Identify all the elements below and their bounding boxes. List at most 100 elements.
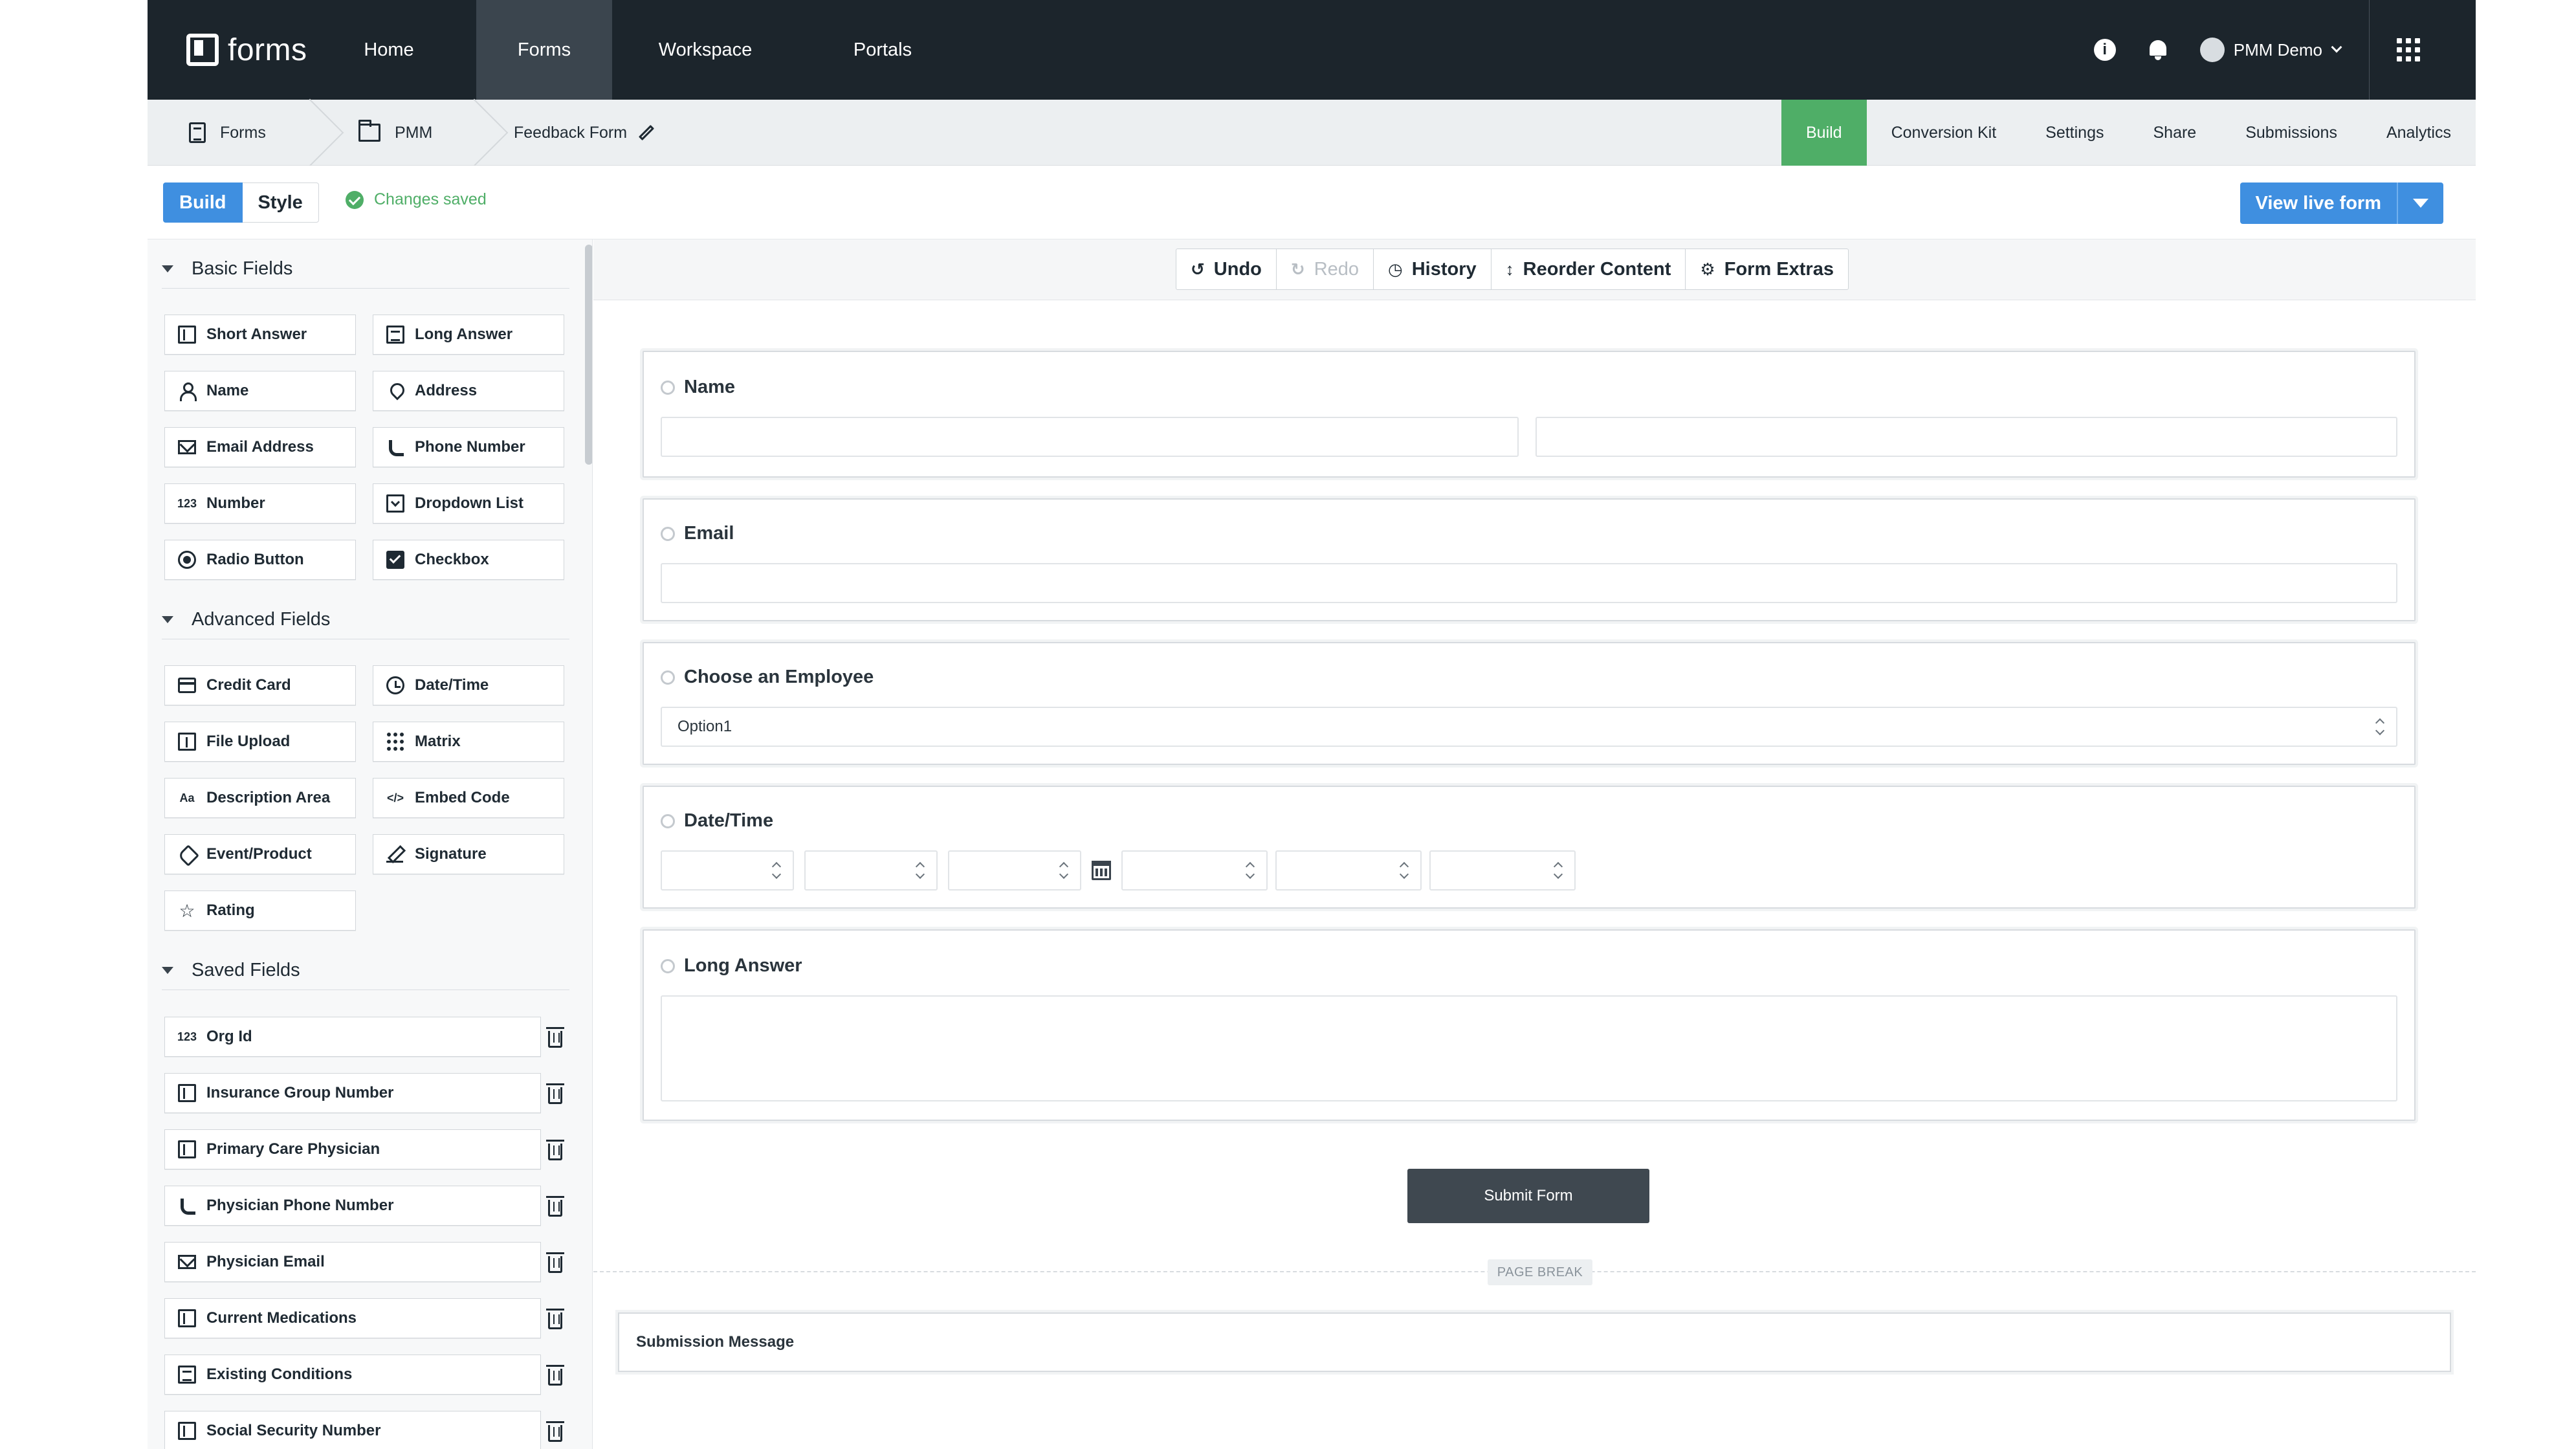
- form-extras-button[interactable]: ⚙ Form Extras: [1686, 249, 1848, 289]
- top-navigation: forms Home Forms Workspace Portals i PMM…: [148, 0, 2476, 100]
- saved-field-current-medications[interactable]: Current Medications: [164, 1298, 541, 1338]
- minute-select[interactable]: [1275, 850, 1422, 890]
- clock-icon: [386, 676, 404, 694]
- view-live-dropdown[interactable]: [2398, 183, 2443, 224]
- day-select[interactable]: [804, 850, 938, 890]
- nav-forms[interactable]: Forms: [476, 0, 612, 100]
- first-name-input[interactable]: [661, 417, 1519, 457]
- last-name-input[interactable]: [1536, 417, 2397, 457]
- tab-analytics[interactable]: Analytics: [2362, 100, 2476, 166]
- hour-select[interactable]: [1121, 850, 1268, 890]
- breadcrumb-pmm[interactable]: PMM: [358, 100, 432, 166]
- breadcrumb: Forms PMM Feedback Form Build Conversion…: [148, 100, 2476, 166]
- field-dropdown-list[interactable]: Dropdown List: [373, 483, 564, 524]
- redo-button[interactable]: ↻ Redo: [1277, 249, 1374, 289]
- trash-icon[interactable]: [546, 1140, 564, 1160]
- submission-message-block[interactable]: Submission Message: [618, 1312, 2451, 1372]
- tab-share[interactable]: Share: [2129, 100, 2221, 166]
- forms-logo[interactable]: forms: [186, 30, 307, 70]
- nav-portals[interactable]: Portals: [818, 0, 947, 100]
- user-name: PMM Demo: [2233, 39, 2322, 60]
- trash-icon[interactable]: [546, 1196, 564, 1217]
- saved-field-insurance-group-number[interactable]: Insurance Group Number: [164, 1073, 541, 1113]
- nav-home[interactable]: Home: [322, 0, 456, 100]
- field-label: Rating: [206, 901, 255, 919]
- saved-field-primary-care-physician[interactable]: Primary Care Physician: [164, 1129, 541, 1169]
- reorder-content-button[interactable]: ↕ Reorder Content: [1492, 249, 1686, 289]
- undo-button[interactable]: ↺ Undo: [1176, 249, 1277, 289]
- field-credit-card[interactable]: Credit Card: [164, 665, 356, 705]
- tab-build[interactable]: Build: [1781, 100, 1867, 166]
- trash-icon[interactable]: [546, 1421, 564, 1442]
- breadcrumb-forms[interactable]: Forms: [189, 100, 266, 166]
- field-embed-code[interactable]: </> Embed Code: [373, 778, 564, 818]
- form-field-choose-employee[interactable]: Choose an Employee Option1: [643, 642, 2416, 765]
- field-label: File Upload: [206, 733, 291, 750]
- build-mode-button[interactable]: Build: [163, 183, 243, 223]
- saved-field-physician-email[interactable]: Physician Email: [164, 1242, 541, 1282]
- field-long-answer[interactable]: Long Answer: [373, 315, 564, 355]
- trash-icon[interactable]: [546, 1365, 564, 1386]
- user-menu[interactable]: PMM Demo: [2199, 0, 2370, 100]
- trash-icon[interactable]: [546, 1027, 564, 1048]
- number-icon: 123: [177, 496, 197, 510]
- history-icon: ◷: [1388, 259, 1403, 279]
- form-field-name[interactable]: Name: [643, 351, 2416, 478]
- saved-field-org-id[interactable]: 123 Org Id: [164, 1017, 541, 1057]
- year-select[interactable]: [948, 850, 1081, 890]
- field-number[interactable]: 123 Number: [164, 483, 356, 524]
- info-icon[interactable]: i: [2093, 39, 2116, 61]
- field-description-area[interactable]: Aa Description Area: [164, 778, 356, 818]
- app-grid-icon[interactable]: [2397, 38, 2420, 61]
- saved-field-social-security-number[interactable]: Social Security Number: [164, 1411, 541, 1449]
- page-break-label[interactable]: PAGE BREAK: [1488, 1259, 1592, 1285]
- field-radio-button[interactable]: Radio Button: [164, 540, 356, 580]
- ampm-select[interactable]: [1429, 850, 1576, 890]
- field-phone-number[interactable]: Phone Number: [373, 427, 564, 467]
- long-answer-textarea[interactable]: [661, 995, 2397, 1101]
- field-address[interactable]: Address: [373, 371, 564, 411]
- view-live-form-button: View live form: [2240, 183, 2443, 224]
- section-basic-fields[interactable]: Basic Fields: [162, 250, 569, 289]
- field-checkbox[interactable]: Checkbox: [373, 540, 564, 580]
- field-email-address[interactable]: Email Address: [164, 427, 356, 467]
- saved-field-physician-phone-number[interactable]: Physician Phone Number: [164, 1186, 541, 1226]
- field-label: Number: [206, 494, 265, 512]
- field-short-answer[interactable]: Short Answer: [164, 315, 356, 355]
- breadcrumb-feedback-form[interactable]: Feedback Form: [514, 100, 655, 166]
- form-field-long-answer[interactable]: Long Answer: [643, 929, 2416, 1121]
- nav-workspace[interactable]: Workspace: [634, 0, 776, 100]
- tab-submissions[interactable]: Submissions: [2221, 100, 2362, 166]
- field-event-product[interactable]: Event/Product: [164, 834, 356, 874]
- calendar-icon[interactable]: [1092, 861, 1111, 880]
- field-name[interactable]: Name: [164, 371, 356, 411]
- tab-settings[interactable]: Settings: [2021, 100, 2128, 166]
- field-rating[interactable]: ☆ Rating: [164, 890, 356, 931]
- email-input[interactable]: [661, 563, 2397, 603]
- form-field-email[interactable]: Email: [643, 498, 2416, 621]
- tab-conversion-kit[interactable]: Conversion Kit: [1867, 100, 2021, 166]
- field-date-time[interactable]: Date/Time: [373, 665, 564, 705]
- form-field-date-time[interactable]: Date/Time: [643, 786, 2416, 909]
- employee-select[interactable]: Option1: [661, 707, 2397, 747]
- month-select[interactable]: [661, 850, 794, 890]
- history-button[interactable]: ◷ History: [1374, 249, 1492, 289]
- field-signature[interactable]: Signature: [373, 834, 564, 874]
- sidebar-scrollbar[interactable]: [585, 245, 592, 465]
- bell-icon[interactable]: [2147, 39, 2169, 61]
- submit-form-button[interactable]: Submit Form: [1407, 1169, 1649, 1223]
- view-live-form-label[interactable]: View live form: [2240, 183, 2398, 224]
- trash-icon[interactable]: [546, 1252, 564, 1273]
- field-matrix[interactable]: Matrix: [373, 722, 564, 762]
- style-mode-button[interactable]: Style: [242, 183, 319, 223]
- trash-icon[interactable]: [546, 1309, 564, 1329]
- save-status: Changes saved: [346, 190, 487, 209]
- field-handle-icon: [661, 380, 675, 395]
- saved-field-existing-conditions[interactable]: Existing Conditions: [164, 1355, 541, 1395]
- section-advanced-fields[interactable]: Advanced Fields: [162, 601, 569, 639]
- field-file-upload[interactable]: File Upload: [164, 722, 356, 762]
- trash-icon[interactable]: [546, 1083, 564, 1104]
- pencil-icon[interactable]: [639, 124, 655, 141]
- section-saved-fields[interactable]: Saved Fields: [162, 951, 569, 990]
- field-palette: Basic Fields Short Answer Long Answer Na…: [148, 239, 593, 1449]
